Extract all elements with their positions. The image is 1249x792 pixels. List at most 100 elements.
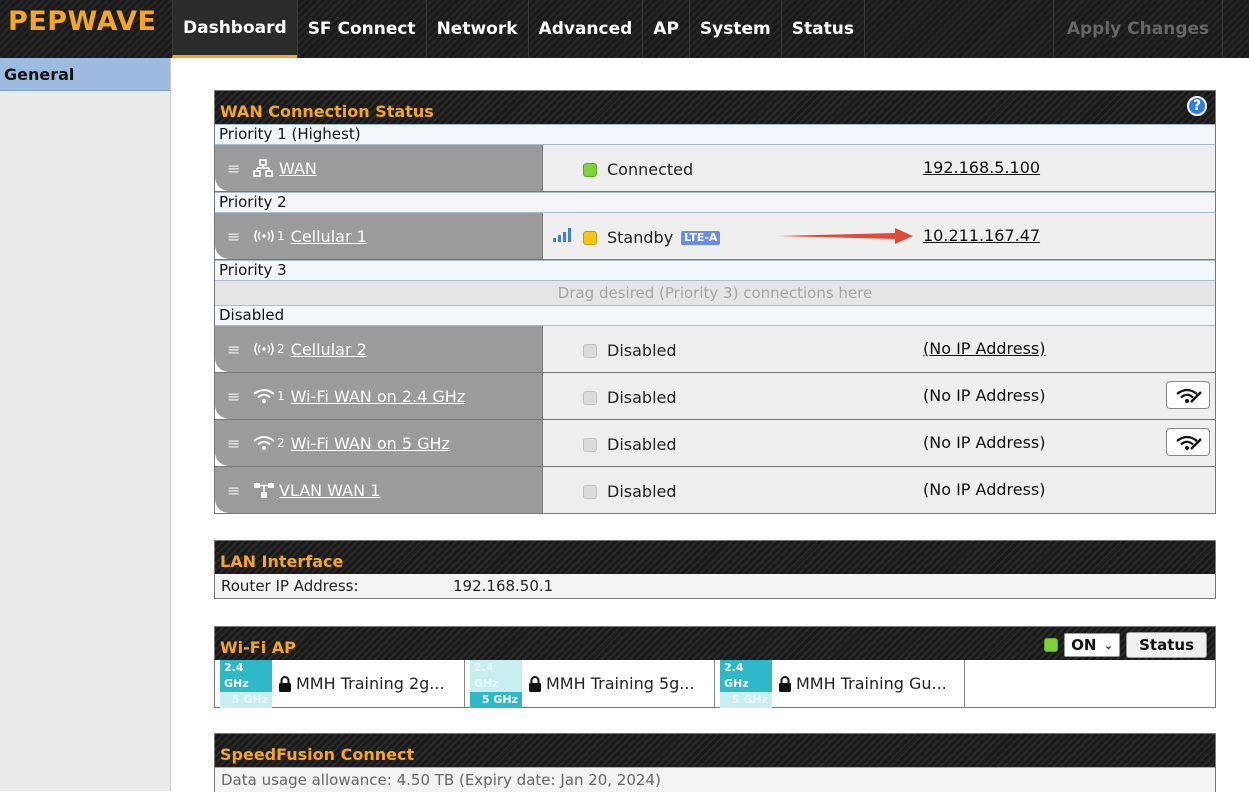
- wan-row-name-cell: ≡ 1 Cellular 1: [215, 213, 543, 259]
- wifi-scan-icon: [1176, 388, 1202, 403]
- connection-link-vlan-wan-1[interactable]: VLAN WAN 1: [279, 481, 380, 500]
- sidebar: General: [0, 58, 171, 791]
- ip-address-text: (No IP Address): [923, 480, 1046, 499]
- ip-address-text: (No IP Address): [923, 386, 1046, 405]
- wifi-ap-state-select[interactable]: ON ⌄: [1064, 633, 1121, 657]
- connection-link-wifi-5[interactable]: Wi-Fi WAN on 5 GHz: [291, 434, 450, 453]
- cellular-icon: [253, 229, 275, 243]
- ip-address-link[interactable]: (No IP Address): [923, 339, 1046, 358]
- status-light-disabled: [583, 390, 597, 405]
- connection-link-wifi-24[interactable]: Wi-Fi WAN on 2.4 GHz: [291, 387, 466, 406]
- wan-row-status-cell: Disabled (No IP Address): [543, 373, 1215, 419]
- status-light-disabled: [583, 484, 597, 499]
- band-5-badge: 5 GHz: [220, 691, 272, 708]
- drag-handle-icon[interactable]: ≡: [227, 481, 241, 500]
- status-indicator: Disabled: [583, 482, 677, 501]
- priority-2-label: Priority 2: [215, 192, 1215, 213]
- status-indicator: Disabled: [583, 388, 677, 407]
- router-ip-row: Router IP Address: 192.168.50.1: [215, 574, 1215, 598]
- band-5-badge: 5 GHz: [470, 691, 522, 708]
- priority-3-label: Priority 3: [215, 260, 1215, 281]
- sidebar-item-general[interactable]: General: [0, 58, 170, 91]
- status-text: Disabled: [607, 341, 677, 360]
- router-ip-value: 192.168.50.1: [453, 577, 554, 595]
- wifi-index: 1: [277, 389, 285, 403]
- wifi-ap-controls: ON ⌄ Status: [1044, 632, 1207, 658]
- lan-panel-header: LAN Interface: [215, 541, 1215, 574]
- ip-address-text: (No IP Address): [923, 433, 1046, 452]
- apply-changes-button[interactable]: Apply Changes: [1053, 0, 1223, 58]
- tab-system[interactable]: System: [688, 0, 781, 58]
- wan-row-wifi-24[interactable]: ≡ 1 Wi-Fi WAN on 2.4 GHz Disabled (No IP…: [215, 373, 1215, 420]
- help-icon[interactable]: ?: [1187, 96, 1207, 116]
- wan-row-cellular-2[interactable]: ≡ 2 Cellular 2 Disabled (No IP Address): [215, 326, 1215, 373]
- status-indicator: Connected: [583, 160, 693, 179]
- wifi-ap-panel-header: Wi-Fi AP ON ⌄ Status: [215, 627, 1215, 660]
- ssid-item[interactable]: 2.4 GHz 5 GHz MMH Training Gu...: [715, 659, 965, 708]
- wan-row-cellular-1[interactable]: ≡ 1 Cellular 1 Standby LTE-A 10.211.167.…: [215, 213, 1215, 260]
- band-indicator: 2.4 GHz 5 GHz: [470, 659, 522, 708]
- status-indicator: Disabled: [583, 341, 677, 360]
- lan-panel-title: LAN Interface: [220, 552, 344, 571]
- ssid-item[interactable]: 2.4 GHz 5 GHz MMH Training 5g...: [465, 659, 715, 708]
- data-usage-row: Data usage allowance: 4.50 TB (Expiry da…: [215, 767, 1215, 792]
- drag-handle-icon[interactable]: ≡: [227, 434, 241, 453]
- tab-status[interactable]: Status: [780, 0, 865, 58]
- wifi-index: 2: [277, 436, 285, 450]
- drag-handle-icon[interactable]: ≡: [227, 387, 241, 406]
- ssid-name: MMH Training 5g...: [546, 674, 695, 693]
- wan-row-status-cell: Disabled (No IP Address): [543, 326, 1215, 372]
- signal-strength-icon: [553, 228, 571, 246]
- status-text: Disabled: [607, 482, 677, 501]
- pepwave-logo: PEPWAVE: [8, 6, 157, 37]
- band-indicator: 2.4 GHz 5 GHz: [220, 659, 272, 708]
- wan-row-name-cell: ≡ VLAN WAN 1: [215, 467, 543, 513]
- lan-interface-panel: LAN Interface Router IP Address: 192.168…: [214, 540, 1216, 599]
- wan-row-wifi-5[interactable]: ≡ 2 Wi-Fi WAN on 5 GHz Disabled (No IP A…: [215, 420, 1215, 467]
- drag-handle-icon[interactable]: ≡: [227, 227, 241, 246]
- wan-row-wan[interactable]: ≡ WAN Connected 192.168.5.100: [215, 145, 1215, 192]
- tab-dashboard[interactable]: Dashboard: [172, 0, 297, 58]
- ethernet-icon: [253, 159, 279, 177]
- ip-address-link[interactable]: 10.211.167.47: [923, 226, 1040, 245]
- status-text: Connected: [607, 160, 694, 179]
- connection-link-cellular-1[interactable]: Cellular 1: [291, 227, 367, 246]
- wifi-ap-status-button[interactable]: Status: [1126, 632, 1207, 658]
- wan-row-status-cell: Connected 192.168.5.100: [543, 145, 1215, 191]
- status-indicator: Standby LTE-A: [583, 228, 721, 247]
- priority-1-label: Priority 1 (Highest): [215, 124, 1215, 145]
- ap-status-light: [1044, 638, 1059, 652]
- drag-handle-icon[interactable]: ≡: [227, 340, 241, 359]
- tab-ap[interactable]: AP: [642, 0, 689, 58]
- band-24-badge: 2.4 GHz: [470, 659, 522, 692]
- connection-link-wan[interactable]: WAN: [279, 159, 317, 178]
- chevron-down-icon: ⌄: [1103, 638, 1114, 652]
- wifi-scan-button[interactable]: [1166, 428, 1210, 456]
- tab-advanced[interactable]: Advanced: [527, 0, 643, 58]
- band-indicator: 2.4 GHz 5 GHz: [720, 659, 772, 708]
- wan-row-vlan-wan-1[interactable]: ≡ VLAN WAN 1 Disabled (No IP Address): [215, 467, 1215, 513]
- ssid-name: MMH Training Gu...: [796, 674, 947, 693]
- vlan-icon: [253, 481, 279, 499]
- band-24-badge: 2.4 GHz: [720, 659, 772, 692]
- main-nav: Dashboard SF Connect Network Advanced AP…: [172, 0, 865, 58]
- connection-link-cellular-2[interactable]: Cellular 2: [291, 340, 367, 359]
- ip-address-link[interactable]: 192.168.5.100: [923, 158, 1040, 177]
- lte-a-badge: LTE-A: [681, 230, 721, 245]
- wan-row-name-cell: ≡ 2 Cellular 2: [215, 326, 543, 372]
- wifi-scan-button[interactable]: [1166, 381, 1210, 409]
- band-24-badge: 2.4 GHz: [220, 659, 272, 692]
- tab-network[interactable]: Network: [425, 0, 528, 58]
- wan-row-name-cell: ≡ 2 Wi-Fi WAN on 5 GHz: [215, 420, 543, 466]
- red-arrow-annotation: [777, 228, 913, 244]
- drag-handle-icon[interactable]: ≡: [227, 159, 241, 178]
- tab-sf-connect[interactable]: SF Connect: [296, 0, 426, 58]
- wifi-icon: [253, 388, 275, 404]
- wan-panel-header: WAN Connection Status ?: [215, 91, 1215, 124]
- speedfusion-panel-title: SpeedFusion Connect: [220, 745, 415, 764]
- lock-icon: [528, 675, 542, 692]
- priority-3-drop-zone[interactable]: Drag desired (Priority 3) connections he…: [215, 281, 1215, 305]
- ssid-item[interactable]: 2.4 GHz 5 GHz MMH Training 2g...: [215, 659, 465, 708]
- status-light-disabled: [583, 437, 597, 452]
- wan-row-status-cell: Disabled (No IP Address): [543, 467, 1215, 513]
